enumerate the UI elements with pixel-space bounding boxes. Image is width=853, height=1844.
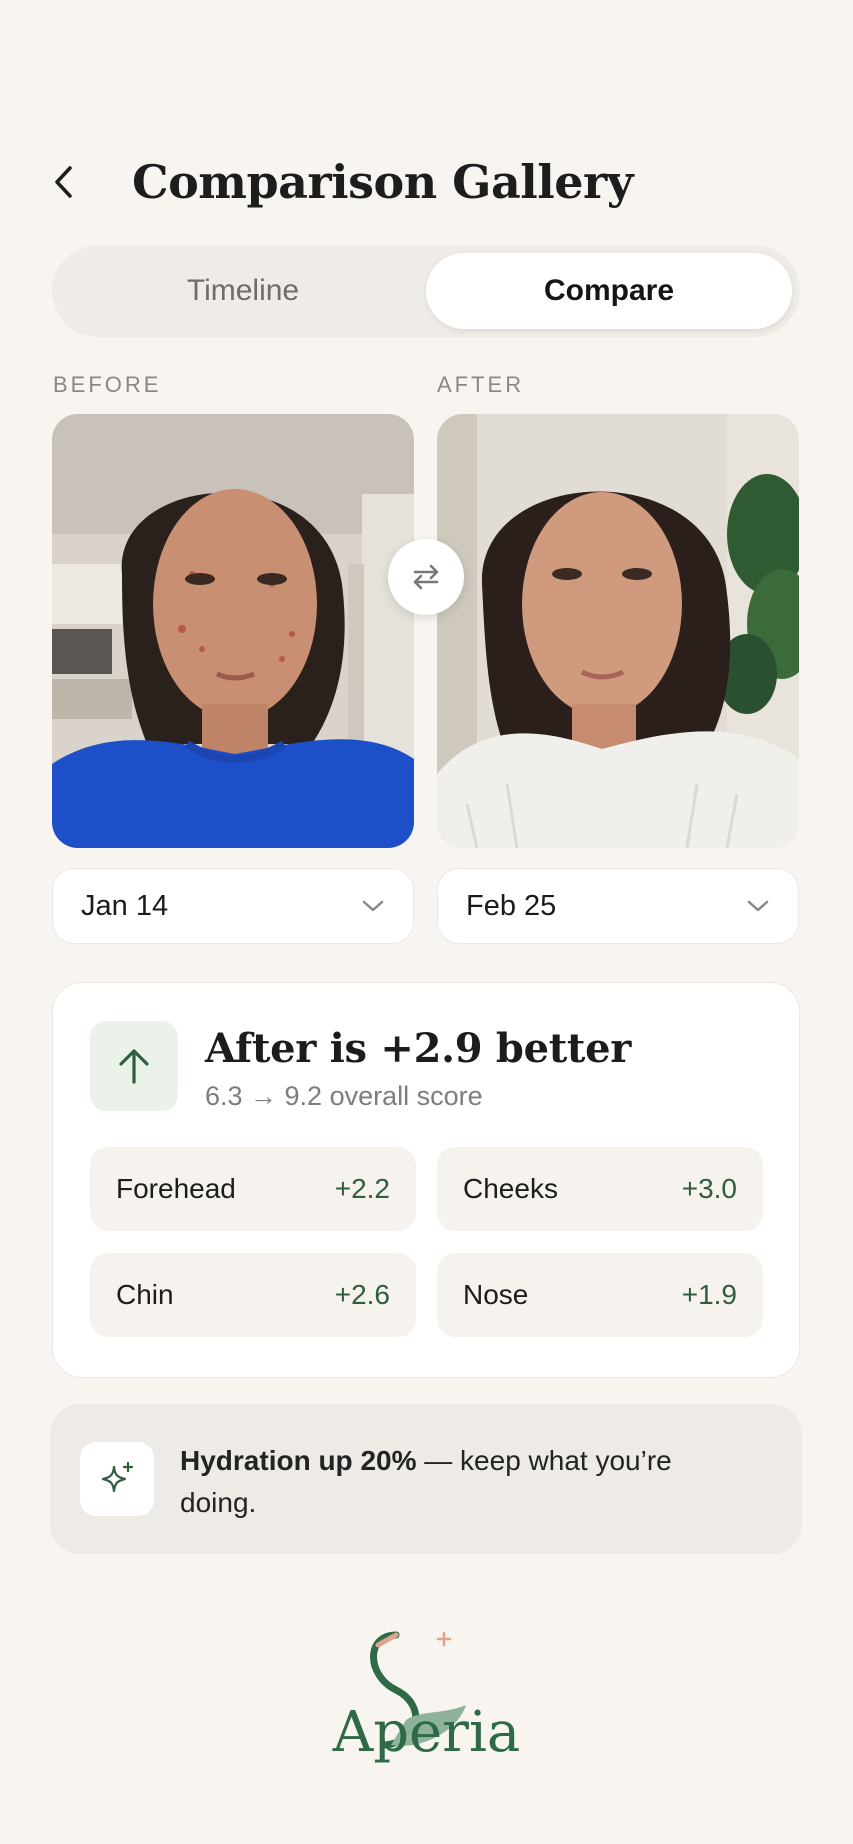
after-photo[interactable] [437,414,799,848]
region-delta: +3.0 [681,1173,737,1204]
chevron-down-icon [362,900,384,912]
insight-text: Hydration up 20% — keep what you’re doin… [180,1440,740,1524]
region-chin[interactable]: Chin +2.6 [90,1253,416,1337]
page-title: Comparison Gallery [132,155,633,209]
score-headline: After is +2.9 better [205,1025,632,1072]
header: Comparison Gallery [52,150,801,214]
region-delta: +2.6 [334,1279,390,1310]
comparison-gallery-screen: Comparison Gallery Timeline Compare BEFO… [0,0,853,1844]
chevron-left-icon [55,166,72,198]
sparkle-icon [101,1461,134,1493]
view-toggle: Timeline Compare [52,245,800,337]
overall-score-change: 6.3 → 9.2 overall score [205,1081,483,1111]
before-date-value: Jan 14 [81,889,169,922]
region-forehead[interactable]: Forehead +2.2 [90,1147,416,1231]
insight-highlight: Hydration up 20% [180,1445,417,1476]
before-label: BEFORE [53,372,162,397]
brand-wordmark: Aperia [332,1700,521,1765]
region-cheeks[interactable]: Cheeks +3.0 [437,1147,763,1231]
score-trend-badge [90,1021,178,1111]
after-label: AFTER [437,372,525,397]
region-name: Forehead [116,1173,236,1204]
region-name: Cheeks [463,1173,558,1204]
region-name: Nose [463,1279,529,1310]
insight-banner: Hydration up 20% — keep what you’re doin… [50,1404,802,1554]
region-name: Chin [116,1279,174,1310]
region-nose[interactable]: Nose +1.9 [437,1253,763,1337]
back-button[interactable] [52,158,100,206]
after-date-select[interactable]: Feb 25 [437,868,799,944]
swap-arrows-icon [413,564,439,590]
region-delta: +1.9 [681,1279,737,1310]
insight-icon-badge [80,1442,154,1516]
arrow-up-icon [119,1049,149,1084]
after-date-value: Feb 25 [466,889,557,922]
region-delta: +2.2 [334,1173,390,1204]
tab-timeline[interactable]: Timeline [60,253,426,329]
chevron-down-icon [747,900,769,912]
before-date-select[interactable]: Jan 14 [52,868,414,944]
tab-compare[interactable]: Compare [426,253,792,329]
score-summary-card: After is +2.9 better 6.3 → 9.2 overall s… [52,982,800,1378]
before-photo[interactable] [52,414,414,848]
swap-photos-button[interactable] [388,539,464,615]
